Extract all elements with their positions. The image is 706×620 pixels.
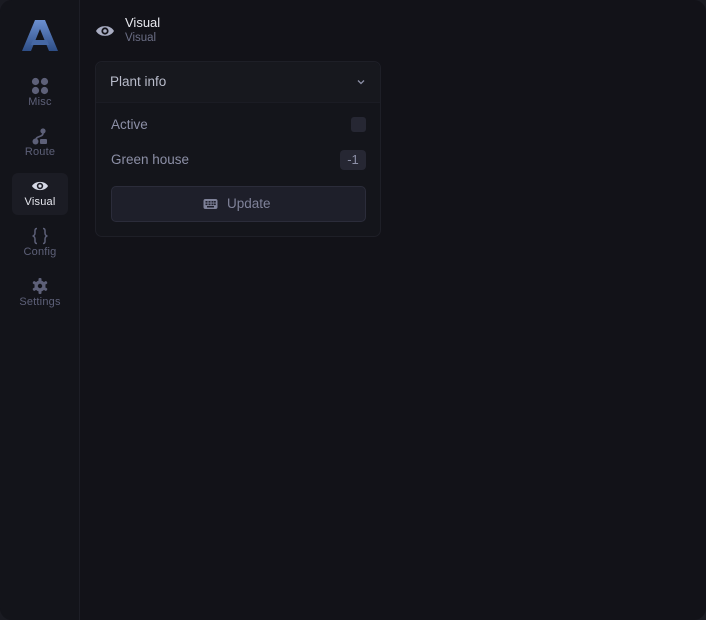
page-subtitle: Visual	[125, 32, 157, 44]
sidebar-item-label: Route	[24, 146, 56, 158]
sidebar-item-misc[interactable]: Misc	[12, 73, 68, 115]
active-checkbox[interactable]	[351, 117, 366, 132]
chevron-down-icon[interactable]	[356, 77, 366, 87]
route-icon	[32, 128, 47, 145]
app-logo	[22, 20, 58, 51]
sidebar-item-label: Visual	[24, 196, 56, 208]
panel-header[interactable]: Plant info	[96, 62, 380, 103]
green-house-label: Green house	[111, 152, 190, 167]
sidebar-item-label: Settings	[19, 296, 61, 308]
sidebar-item-settings[interactable]: Settings	[12, 273, 68, 315]
active-label: Active	[111, 117, 148, 132]
plant-info-panel: Plant info Active Green house -1 Update	[95, 61, 381, 237]
eye-icon	[96, 26, 114, 36]
sidebar-item-route[interactable]: Route	[12, 123, 68, 165]
page-title: Visual	[125, 15, 161, 30]
gear-icon	[32, 278, 48, 294]
sidebar-item-config[interactable]: Config	[12, 223, 68, 265]
sidebar-item-visual[interactable]: Visual	[12, 173, 68, 215]
app-window: Misc Route Visual Config Settings Visual…	[0, 0, 706, 620]
update-button[interactable]: Update	[111, 186, 366, 222]
panel-title: Plant info	[110, 74, 167, 89]
braces-icon	[32, 227, 48, 245]
keyboard-icon	[203, 199, 218, 209]
grid-icon	[31, 77, 49, 95]
sidebar: Misc Route Visual Config Settings	[0, 0, 80, 620]
sidebar-item-label: Misc	[28, 96, 52, 108]
update-button-label: Update	[227, 196, 271, 211]
green-house-input[interactable]: -1	[340, 150, 366, 170]
sidebar-item-label: Config	[23, 246, 57, 258]
eye-icon	[32, 181, 48, 191]
